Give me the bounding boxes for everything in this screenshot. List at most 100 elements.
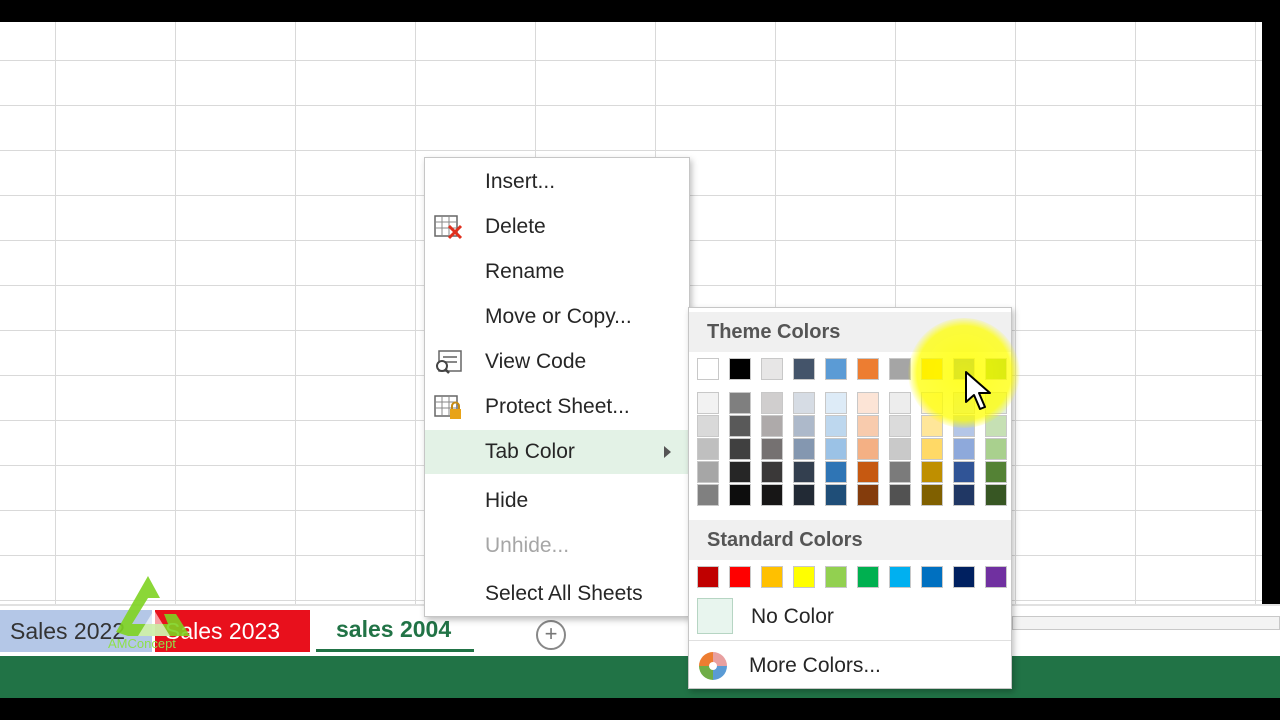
menu-item-view-code[interactable]: View Code bbox=[425, 340, 689, 384]
menu-item-label: Protect Sheet... bbox=[485, 395, 630, 418]
window-edge bbox=[1262, 22, 1280, 607]
theme-color-swatch[interactable] bbox=[729, 358, 751, 380]
theme-shade-swatch[interactable] bbox=[697, 461, 719, 483]
theme-shade-swatch[interactable] bbox=[697, 438, 719, 460]
theme-shade-swatch[interactable] bbox=[985, 438, 1007, 460]
theme-shade-swatch[interactable] bbox=[921, 438, 943, 460]
divider bbox=[689, 640, 1011, 641]
menu-item-label: Insert... bbox=[485, 170, 556, 193]
protect-sheet-icon bbox=[434, 395, 461, 419]
theme-shade-swatch[interactable] bbox=[729, 438, 751, 460]
horizontal-scrollbar[interactable] bbox=[1012, 616, 1280, 630]
menu-item-label: Rename bbox=[485, 260, 565, 283]
theme-shade-swatch[interactable] bbox=[761, 484, 783, 506]
theme-shade-swatch[interactable] bbox=[793, 392, 815, 414]
theme-shade-swatch[interactable] bbox=[825, 484, 847, 506]
theme-color-swatch[interactable] bbox=[921, 358, 943, 380]
status-bar bbox=[0, 656, 1280, 698]
delete-sheet-icon bbox=[434, 215, 463, 240]
standard-color-swatch[interactable] bbox=[985, 566, 1007, 588]
theme-shade-swatch[interactable] bbox=[985, 484, 1007, 506]
theme-shade-swatch[interactable] bbox=[985, 461, 1007, 483]
theme-color-swatch[interactable] bbox=[793, 358, 815, 380]
standard-color-swatch[interactable] bbox=[921, 566, 943, 588]
standard-colors-header: Standard Colors bbox=[689, 520, 1011, 560]
menu-item-delete[interactable]: Delete bbox=[425, 205, 689, 249]
theme-shade-swatch[interactable] bbox=[857, 438, 879, 460]
theme-shade-swatch[interactable] bbox=[889, 438, 911, 460]
standard-color-swatch[interactable] bbox=[889, 566, 911, 588]
more-colors-label: More Colors... bbox=[749, 654, 881, 677]
theme-shade-swatch[interactable] bbox=[697, 415, 719, 437]
more-colors-option[interactable]: More Colors... bbox=[689, 644, 1011, 688]
theme-shade-swatch[interactable] bbox=[889, 415, 911, 437]
menu-item-hide[interactable]: Hide bbox=[425, 479, 689, 523]
tab-color-submenu: Theme Colors Standard Colors No Color Mo… bbox=[688, 307, 1012, 689]
standard-color-swatch[interactable] bbox=[953, 566, 975, 588]
menu-item-move-or-copy[interactable]: Move or Copy... bbox=[425, 295, 689, 339]
theme-shade-swatch[interactable] bbox=[953, 438, 975, 460]
standard-color-swatch[interactable] bbox=[793, 566, 815, 588]
theme-color-swatch[interactable] bbox=[697, 358, 719, 380]
standard-color-swatch[interactable] bbox=[857, 566, 879, 588]
theme-color-swatch[interactable] bbox=[889, 358, 911, 380]
theme-shade-swatch[interactable] bbox=[889, 461, 911, 483]
theme-shade-swatch[interactable] bbox=[761, 438, 783, 460]
theme-shade-swatch[interactable] bbox=[985, 415, 1007, 437]
theme-shade-swatch[interactable] bbox=[953, 484, 975, 506]
theme-shade-swatch[interactable] bbox=[953, 461, 975, 483]
theme-shade-swatch[interactable] bbox=[921, 484, 943, 506]
theme-shade-swatch[interactable] bbox=[889, 484, 911, 506]
logo-text: AMConcept bbox=[108, 636, 176, 651]
menu-item-protect-sheet[interactable]: Protect Sheet... bbox=[425, 385, 689, 429]
theme-shade-swatch[interactable] bbox=[729, 392, 751, 414]
standard-color-swatch[interactable] bbox=[729, 566, 751, 588]
theme-shade-swatch[interactable] bbox=[697, 392, 719, 414]
color-wheel-icon bbox=[699, 652, 727, 680]
theme-shade-swatch[interactable] bbox=[729, 484, 751, 506]
theme-color-swatch[interactable] bbox=[857, 358, 879, 380]
theme-color-swatch[interactable] bbox=[761, 358, 783, 380]
theme-shade-swatch[interactable] bbox=[761, 415, 783, 437]
menu-item-insert[interactable]: Insert... bbox=[425, 160, 689, 204]
theme-shade-swatch[interactable] bbox=[857, 484, 879, 506]
menu-item-rename[interactable]: Rename bbox=[425, 250, 689, 294]
standard-color-swatch[interactable] bbox=[825, 566, 847, 588]
theme-shade-swatch[interactable] bbox=[729, 461, 751, 483]
theme-shade-swatch[interactable] bbox=[857, 392, 879, 414]
screen: Sales 2022 Sales 2023 sales 2004 + AMCon… bbox=[0, 0, 1280, 720]
view-code-icon bbox=[436, 350, 462, 374]
theme-shade-swatch[interactable] bbox=[921, 392, 943, 414]
theme-shade-swatch[interactable] bbox=[761, 461, 783, 483]
menu-item-label: Move or Copy... bbox=[485, 305, 632, 328]
theme-shade-swatch[interactable] bbox=[857, 461, 879, 483]
theme-shade-swatch[interactable] bbox=[825, 392, 847, 414]
standard-color-swatch[interactable] bbox=[761, 566, 783, 588]
no-color-option[interactable]: No Color bbox=[689, 596, 1011, 640]
menu-item-tab-color[interactable]: Tab Color bbox=[425, 430, 689, 474]
standard-color-swatch[interactable] bbox=[697, 566, 719, 588]
add-sheet-button[interactable]: + bbox=[536, 620, 566, 650]
no-color-swatch bbox=[697, 598, 733, 634]
theme-shade-swatch[interactable] bbox=[793, 461, 815, 483]
theme-shade-swatch[interactable] bbox=[761, 392, 783, 414]
theme-shade-swatch[interactable] bbox=[825, 415, 847, 437]
theme-shade-swatch[interactable] bbox=[889, 392, 911, 414]
theme-shade-swatch[interactable] bbox=[729, 415, 751, 437]
menu-item-label: Tab Color bbox=[485, 440, 575, 463]
theme-shade-swatch[interactable] bbox=[793, 415, 815, 437]
theme-shade-swatch[interactable] bbox=[825, 461, 847, 483]
theme-shade-swatch[interactable] bbox=[793, 438, 815, 460]
theme-shade-swatch[interactable] bbox=[953, 415, 975, 437]
theme-shade-swatch[interactable] bbox=[793, 484, 815, 506]
menu-item-label: View Code bbox=[485, 350, 587, 373]
theme-shade-swatch[interactable] bbox=[825, 438, 847, 460]
theme-color-swatch[interactable] bbox=[825, 358, 847, 380]
menu-item-label: Select All Sheets bbox=[485, 582, 643, 605]
menu-item-label: Hide bbox=[485, 489, 529, 512]
theme-shade-swatch[interactable] bbox=[697, 484, 719, 506]
theme-shade-swatch[interactable] bbox=[921, 461, 943, 483]
theme-shade-swatch[interactable] bbox=[921, 415, 943, 437]
theme-shade-swatch[interactable] bbox=[857, 415, 879, 437]
menu-item-select-all-sheets[interactable]: Select All Sheets bbox=[425, 572, 689, 616]
